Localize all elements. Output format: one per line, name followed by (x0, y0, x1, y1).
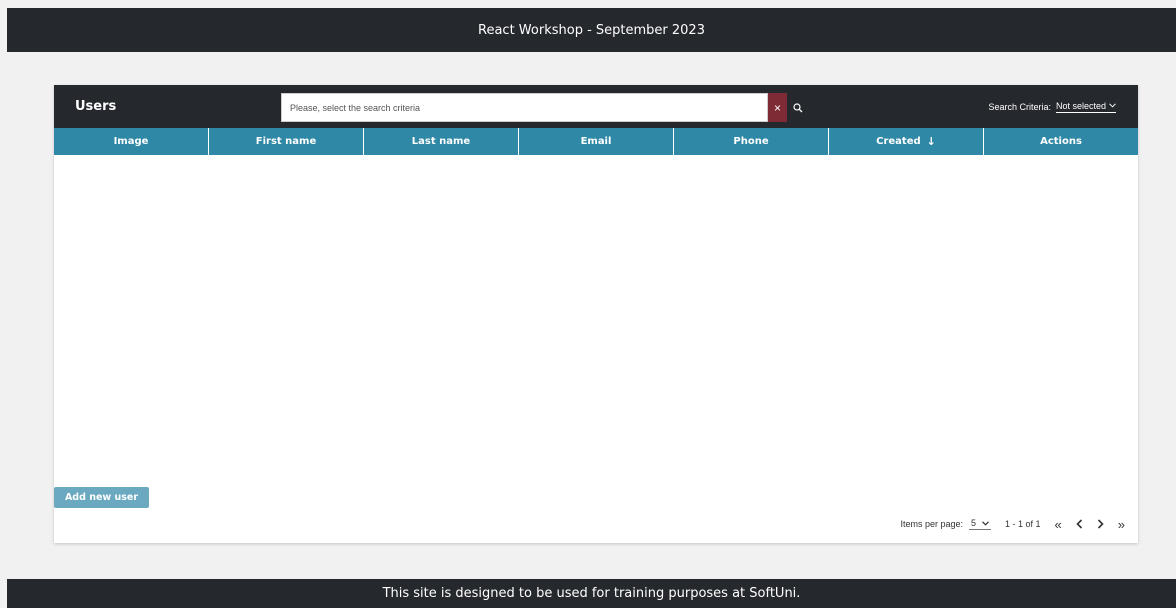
search-button[interactable] (787, 93, 808, 122)
users-card-header: Users × Search Criteria: Not selected (54, 85, 1138, 128)
close-icon: × (773, 100, 781, 115)
search-criteria: Search Criteria: Not selected (988, 85, 1116, 128)
chevron-down-icon (1109, 103, 1116, 108)
clear-search-button[interactable]: × (768, 93, 787, 122)
app-title: React Workshop - September 2023 (478, 22, 705, 38)
previous-page-button[interactable] (1076, 519, 1083, 529)
chevron-left-icon (1076, 519, 1082, 529)
search-icon (792, 102, 802, 112)
app-frame: React Workshop - September 2023 Users × … (7, 8, 1176, 608)
chevron-down-icon (982, 520, 989, 526)
search-box (281, 93, 768, 122)
items-per-page-label: Items per page: (900, 519, 963, 529)
pagination: Items per page: 5 1 - 1 of 1 « » (900, 513, 1125, 535)
double-chevron-right-icon: » (1117, 516, 1125, 532)
users-card: Users × Search Criteria: Not selected (54, 85, 1138, 543)
column-header-email[interactable]: Email (519, 128, 674, 155)
next-page-button[interactable] (1097, 519, 1104, 529)
pagination-range: 1 - 1 of 1 (1005, 519, 1041, 529)
users-title: Users (75, 99, 117, 114)
search-criteria-value: Not selected (1055, 100, 1106, 111)
column-header-last-name[interactable]: Last name (364, 128, 519, 155)
app-footer: This site is designed to be used for tra… (7, 579, 1176, 608)
last-page-button[interactable]: » (1118, 517, 1125, 532)
items-per-page-value: 5 (970, 518, 976, 528)
first-page-button[interactable]: « (1055, 517, 1062, 532)
items-per-page-select[interactable]: 5 (968, 518, 991, 530)
search-criteria-label: Search Criteria: (988, 101, 1051, 112)
column-header-image: Image (54, 128, 209, 155)
chevron-right-icon (1097, 519, 1104, 529)
app-header: React Workshop - September 2023 (7, 8, 1176, 52)
sort-arrow-down-icon: ↓ (926, 135, 936, 148)
column-header-created[interactable]: Created ↓ (829, 128, 984, 155)
column-header-first-name[interactable]: First name (209, 128, 364, 155)
column-header-phone[interactable]: Phone (674, 128, 829, 155)
search-input[interactable] (282, 94, 767, 121)
double-chevron-left-icon: « (1054, 516, 1062, 532)
footer-text: This site is designed to be used for tra… (382, 586, 801, 601)
add-new-user-button[interactable]: Add new user (54, 487, 149, 508)
table-header: Image First name Last name Email Phone C… (54, 128, 1138, 155)
search-criteria-select[interactable]: Not selected (1055, 100, 1116, 113)
column-header-actions: Actions (1040, 136, 1082, 147)
